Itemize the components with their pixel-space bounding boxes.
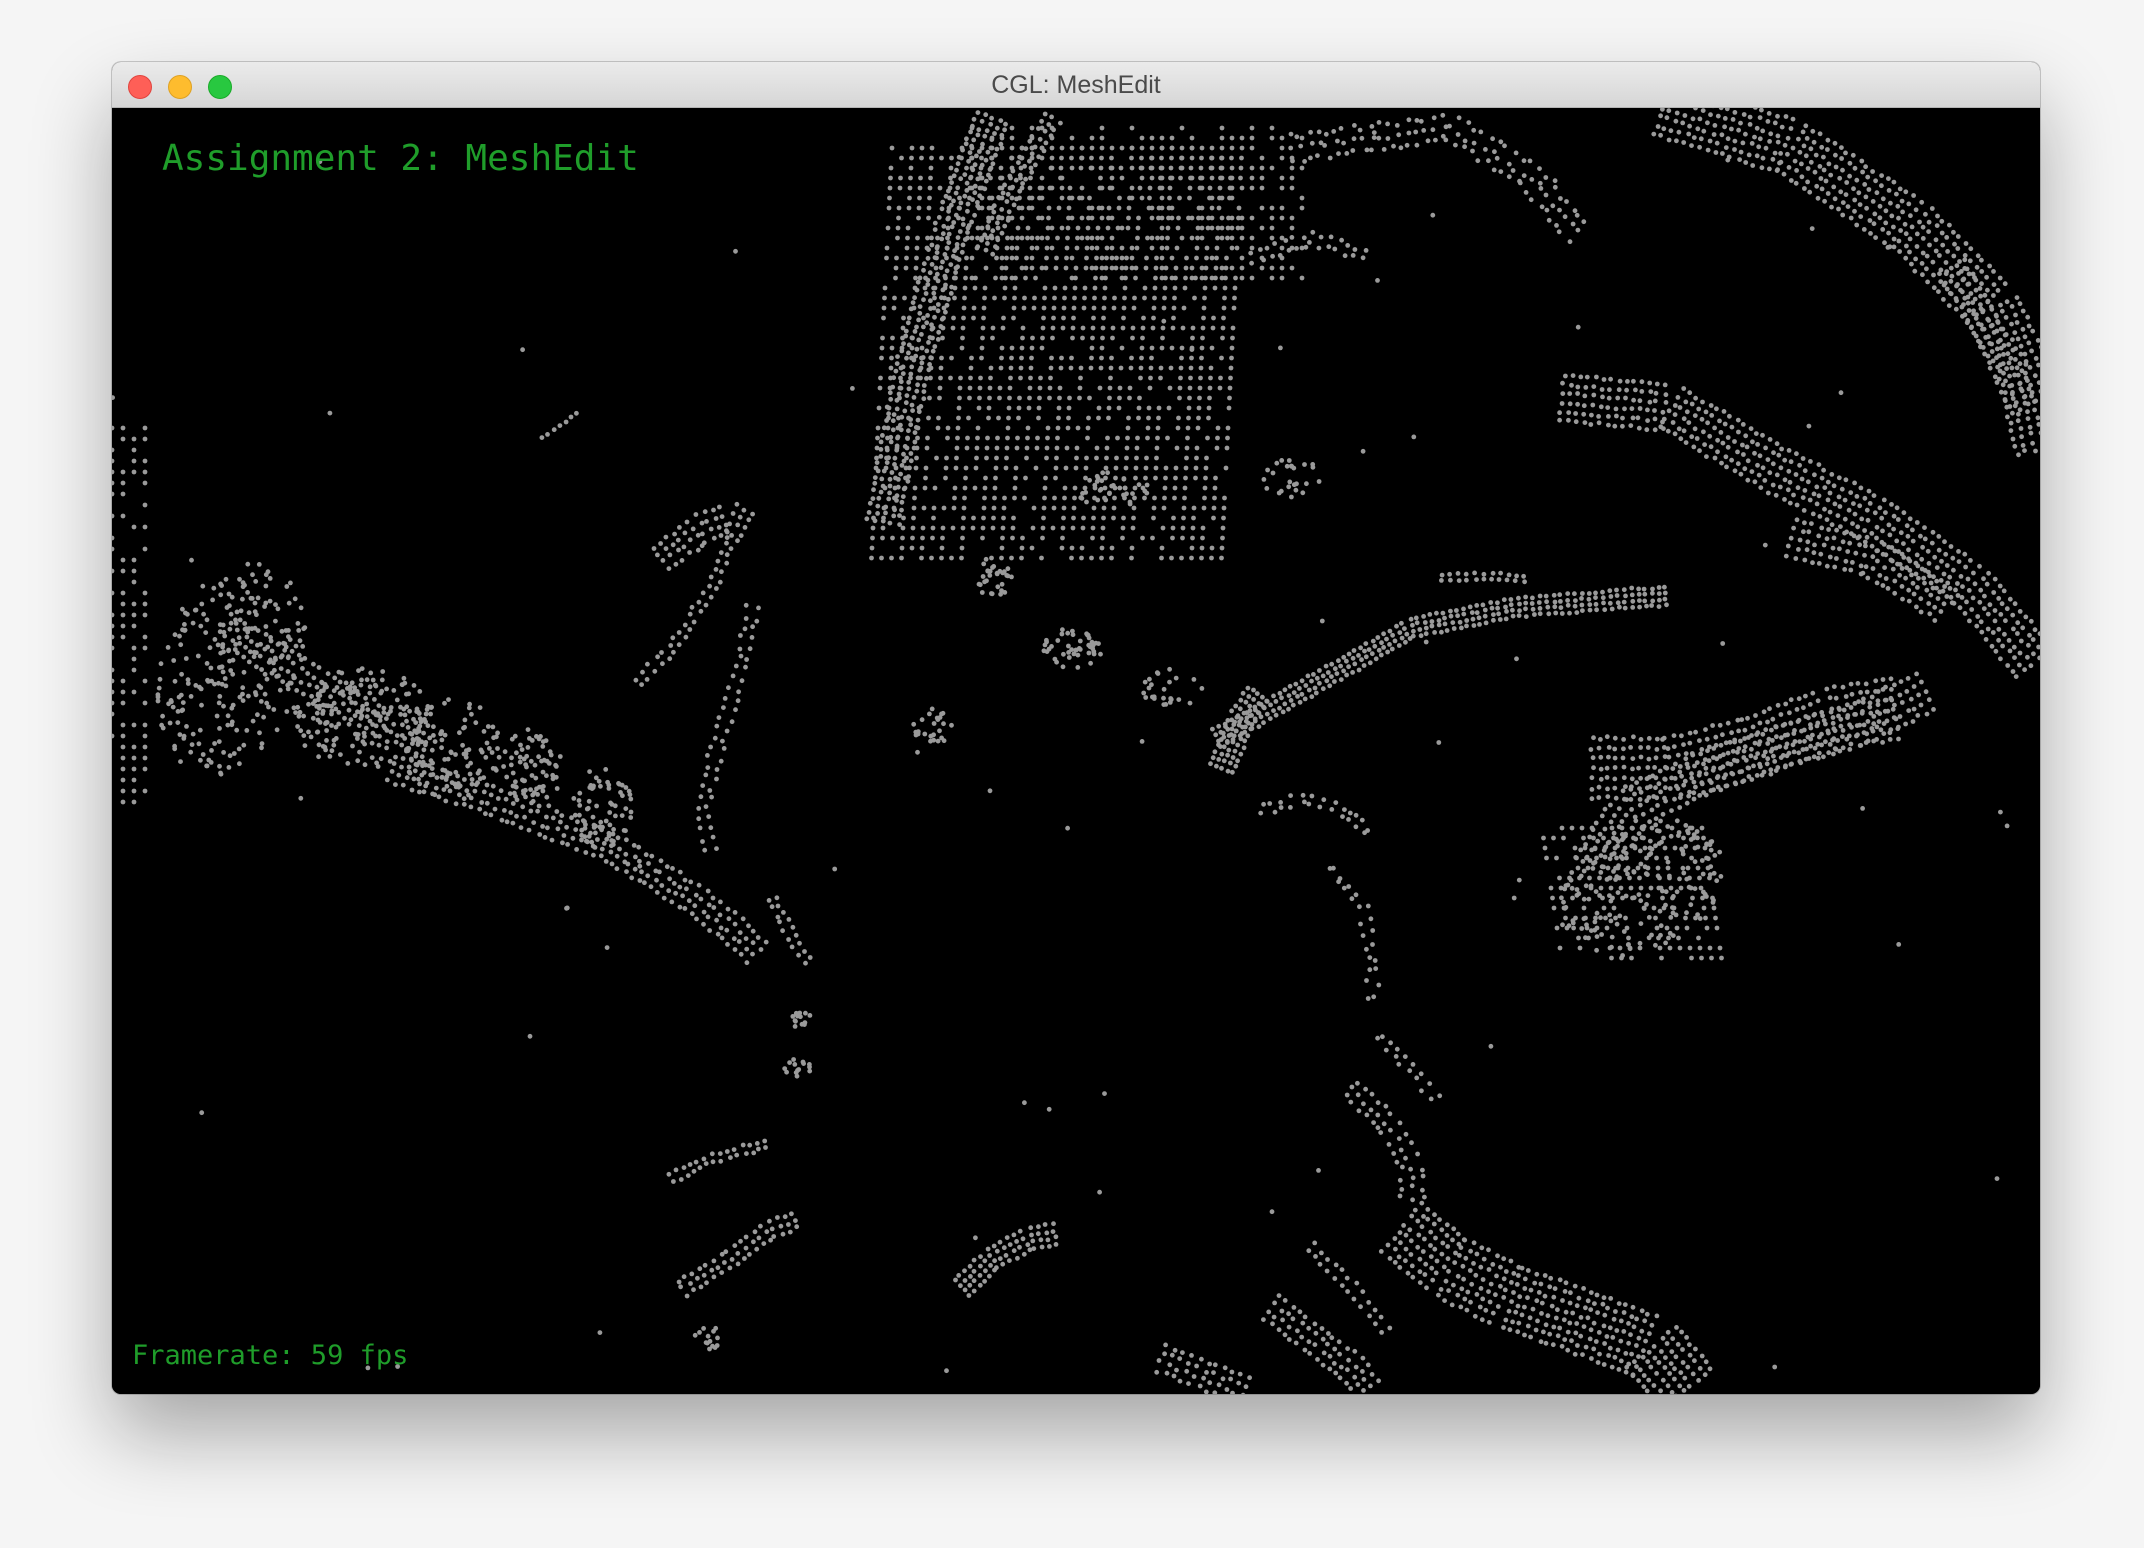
- framerate-readout: Framerate: 59 fps: [132, 1340, 409, 1371]
- desktop: CGL: MeshEdit Assignment 2: MeshEdit Fra…: [0, 0, 2144, 1548]
- window-title: CGL: MeshEdit: [991, 71, 1161, 99]
- app-window: CGL: MeshEdit Assignment 2: MeshEdit Fra…: [112, 62, 2040, 1394]
- point-cloud-canvas[interactable]: [112, 108, 2040, 1394]
- title-bar[interactable]: CGL: MeshEdit: [112, 62, 2040, 108]
- assignment-title: Assignment 2: MeshEdit: [162, 138, 639, 179]
- render-viewport[interactable]: Assignment 2: MeshEdit Framerate: 59 fps: [112, 108, 2040, 1394]
